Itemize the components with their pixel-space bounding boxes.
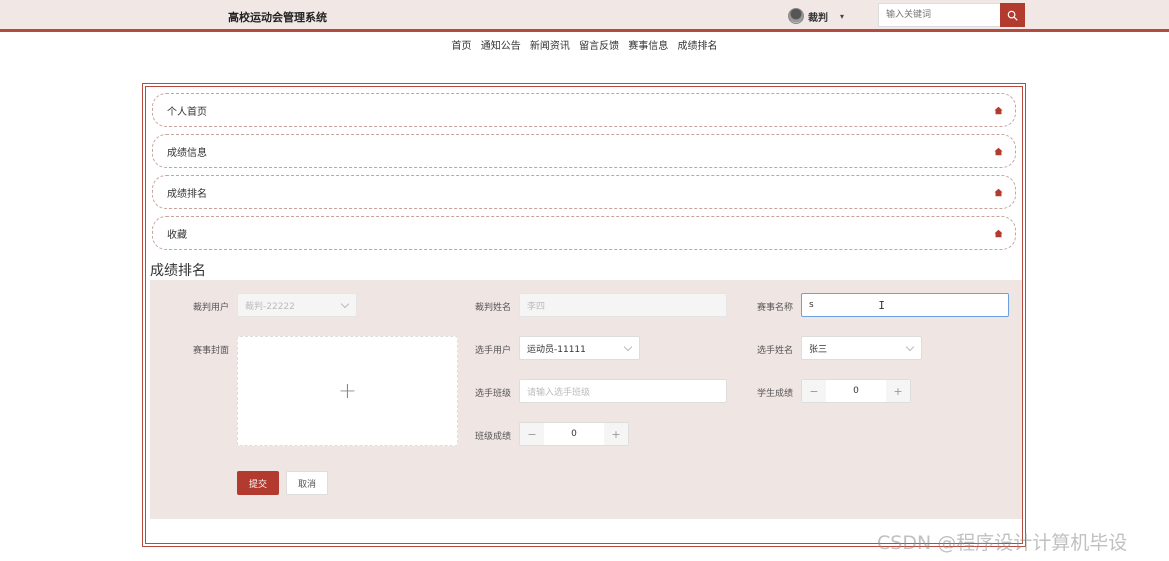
player-class-label: 选手班级 bbox=[474, 389, 511, 399]
player-name-value: 张三 bbox=[809, 344, 828, 355]
content-frame-inner: 个人首页 成绩信息 成绩排名 收藏 成绩排名 裁判用户 裁判-22222 裁判姓… bbox=[145, 86, 1023, 544]
chevron-down-icon bbox=[905, 342, 915, 352]
player-class-input[interactable]: 请输入选手班级 bbox=[519, 379, 727, 403]
player-name-select[interactable]: 张三 bbox=[801, 336, 922, 360]
player-user-label: 选手用户 bbox=[474, 346, 511, 356]
search-box bbox=[878, 3, 1025, 27]
main-nav: 首页 通知公告 新闻资讯 留言反馈 赛事信息 成绩排名 bbox=[0, 37, 1169, 52]
referee-name-field[interactable]: 李四 bbox=[519, 293, 727, 317]
search-icon bbox=[1007, 10, 1018, 20]
home-icon bbox=[994, 147, 1003, 155]
menu-item-rankings[interactable]: 成绩排名 bbox=[152, 175, 1016, 209]
student-score-stepper[interactable]: − 0 + bbox=[801, 379, 911, 403]
text-cursor-icon: I bbox=[878, 299, 885, 312]
search-input[interactable] bbox=[878, 3, 1000, 27]
event-name-label: 赛事名称 bbox=[756, 303, 793, 313]
nav-item-feedback[interactable]: 留言反馈 bbox=[579, 37, 619, 52]
chevron-down-icon bbox=[340, 299, 350, 309]
user-name: 裁判 bbox=[808, 12, 828, 24]
nav-item-rankings[interactable]: 成绩排名 bbox=[677, 37, 717, 52]
menu-item-label: 收藏 bbox=[167, 229, 187, 241]
decrement-button[interactable]: − bbox=[520, 423, 544, 445]
plus-icon: + bbox=[338, 378, 357, 404]
menu-item-profile[interactable]: 个人首页 bbox=[152, 93, 1016, 127]
menu-item-favorites[interactable]: 收藏 bbox=[152, 216, 1016, 250]
class-score-value[interactable]: 0 bbox=[544, 423, 604, 445]
menu-item-label: 成绩排名 bbox=[167, 188, 207, 200]
menu-item-label: 个人首页 bbox=[167, 106, 207, 118]
increment-button[interactable]: + bbox=[886, 380, 910, 402]
submit-button[interactable]: 提交 bbox=[237, 471, 279, 495]
player-user-value: 运动员-11111 bbox=[527, 344, 586, 355]
nav-item-news[interactable]: 新闻资讯 bbox=[530, 37, 570, 52]
chevron-down-icon: ▾ bbox=[840, 11, 845, 21]
referee-user-label: 裁判用户 bbox=[192, 303, 229, 313]
player-name-label: 选手姓名 bbox=[756, 346, 793, 356]
increment-button[interactable]: + bbox=[604, 423, 628, 445]
section-title: 成绩排名 bbox=[150, 263, 206, 279]
player-user-select[interactable]: 运动员-11111 bbox=[519, 336, 640, 360]
home-icon bbox=[994, 106, 1003, 114]
menu-item-scores[interactable]: 成绩信息 bbox=[152, 134, 1016, 168]
student-score-value[interactable]: 0 bbox=[826, 380, 886, 402]
referee-name-value: 李四 bbox=[527, 301, 546, 312]
event-name-value: s bbox=[809, 300, 814, 310]
site-title: 高校运动会管理系统 bbox=[228, 11, 327, 24]
referee-user-select[interactable]: 裁判-22222 bbox=[237, 293, 357, 317]
menu-item-label: 成绩信息 bbox=[167, 147, 207, 159]
user-menu[interactable]: 裁判 ▾ bbox=[788, 6, 844, 26]
avatar bbox=[788, 8, 804, 24]
event-name-input[interactable]: s I bbox=[801, 293, 1009, 317]
nav-item-notices[interactable]: 通知公告 bbox=[481, 37, 521, 52]
nav-item-home[interactable]: 首页 bbox=[452, 37, 472, 52]
cancel-button[interactable]: 取消 bbox=[286, 471, 328, 495]
event-cover-label: 赛事封面 bbox=[192, 346, 229, 356]
referee-user-value: 裁判-22222 bbox=[245, 301, 295, 312]
nav-item-events[interactable]: 赛事信息 bbox=[628, 37, 668, 52]
home-icon bbox=[994, 188, 1003, 196]
content-frame: 个人首页 成绩信息 成绩排名 收藏 成绩排名 裁判用户 裁判-22222 裁判姓… bbox=[142, 83, 1026, 547]
decrement-button[interactable]: − bbox=[802, 380, 826, 402]
event-cover-upload[interactable]: + bbox=[237, 336, 458, 446]
class-score-stepper[interactable]: − 0 + bbox=[519, 422, 629, 446]
referee-name-label: 裁判姓名 bbox=[474, 303, 511, 313]
student-score-label: 学生成绩 bbox=[756, 389, 793, 399]
player-class-placeholder: 请输入选手班级 bbox=[527, 387, 591, 398]
ranking-form: 裁判用户 裁判-22222 裁判姓名 李四 赛事名称 s I 赛事封面 + 选手… bbox=[150, 280, 1022, 519]
watermark: CSDN @程序设计计算机毕设 bbox=[877, 532, 1128, 554]
class-score-label: 班级成绩 bbox=[474, 432, 511, 442]
home-icon bbox=[994, 229, 1003, 237]
chevron-down-icon bbox=[623, 342, 633, 352]
top-header: 高校运动会管理系统 裁判 ▾ bbox=[0, 0, 1169, 32]
search-button[interactable] bbox=[1000, 3, 1025, 27]
